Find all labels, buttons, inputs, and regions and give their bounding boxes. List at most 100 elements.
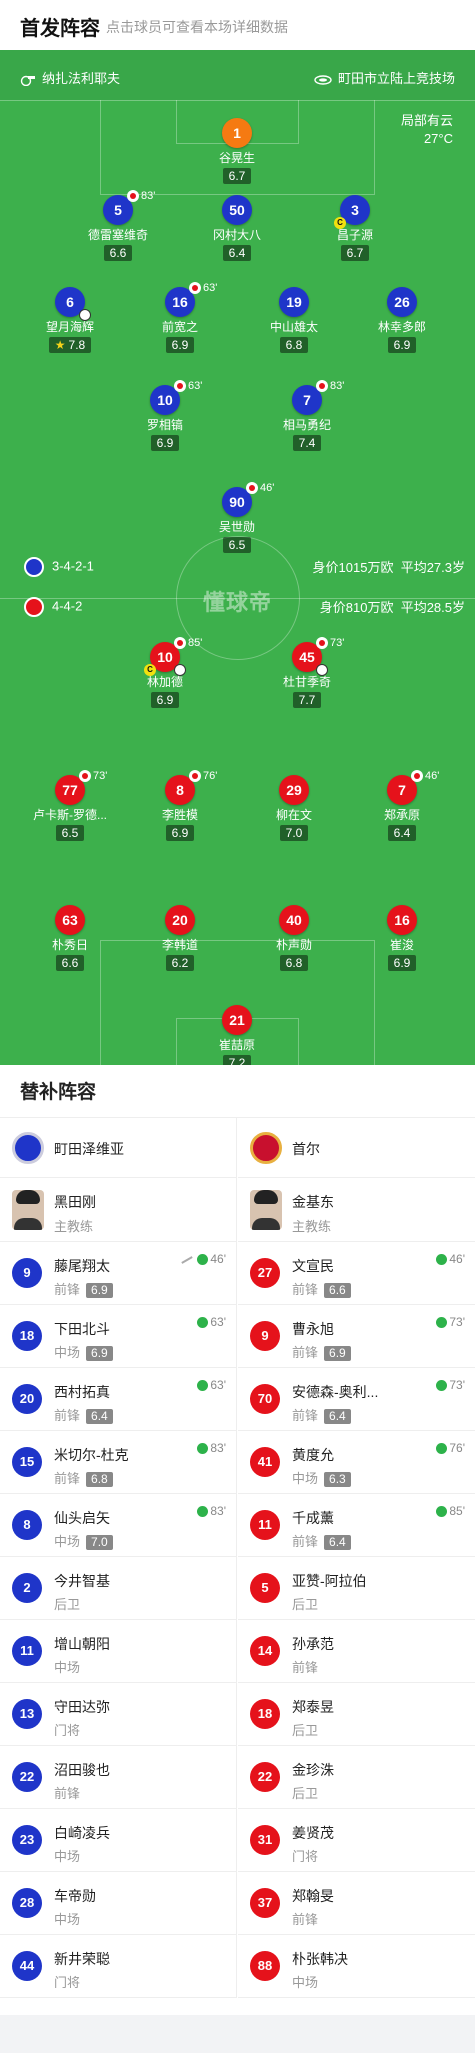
player-number-badge: 16	[387, 905, 417, 935]
home-player-6[interactable]: 6 望月海辉 ★ 7.8	[15, 287, 125, 354]
home-player-50[interactable]: 50 冈村大八 6.4	[182, 195, 292, 262]
home-sub-row[interactable]: 2 今井智基 后卫	[0, 1557, 236, 1620]
home-subs-column: 町田泽维亚 黑田刚 主教练 9 藤尾翔太 前锋 6.9 46' 18 下田北斗 中场 6.9 63…	[0, 1118, 237, 1998]
sub-in-icon	[197, 1443, 209, 1455]
sub-role: 前锋	[292, 1345, 319, 1360]
lineup-title: 首发阵容	[20, 18, 100, 40]
away-player-20[interactable]: 20 李韩道 6.2	[125, 905, 235, 972]
away-player-7[interactable]: 7 46' 郑承原 6.4	[347, 770, 457, 842]
rating-value: 6.4	[228, 246, 246, 260]
sub-position: 后卫	[292, 1720, 318, 1739]
sub-number-badge: 37	[250, 1888, 280, 1918]
home-sub-row[interactable]: 13 守田达弥 门将	[0, 1683, 236, 1746]
player-number-badge: 1	[222, 118, 252, 148]
home-player-1[interactable]: 1 谷晃生 6.7	[182, 118, 292, 185]
player-number-badge: 8 76'	[165, 770, 217, 805]
away-coach-role: 主教练	[292, 1219, 332, 1234]
home-player-7[interactable]: 7 83' 相马勇纪 7.4	[252, 380, 362, 452]
player-number: 1	[233, 125, 241, 141]
home-player-90[interactable]: 90 46' 吴世勋 6.5	[182, 482, 292, 554]
away-sub-row[interactable]: 9 曹永旭 前锋 6.9 73'	[238, 1305, 475, 1368]
away-player-8[interactable]: 8 76' 李胜模 6.9	[125, 770, 235, 842]
home-player-3[interactable]: 3 C 昌子源 6.7	[300, 195, 410, 262]
sub-name: 郑泰昱	[292, 1699, 334, 1715]
sub-name: 车帝勋	[54, 1888, 96, 1904]
home-player-10[interactable]: 10 63' 罗相镐 6.9	[110, 380, 220, 452]
sub-in-icon	[197, 1380, 209, 1392]
sub-in-icon	[436, 1443, 448, 1455]
home-sub-row[interactable]: 9 藤尾翔太 前锋 6.9 46'	[0, 1242, 236, 1305]
away-player-40[interactable]: 40 朴声勋 6.8	[239, 905, 349, 972]
player-name: 崔喆原	[218, 1038, 255, 1052]
captain-icon: C	[144, 664, 156, 676]
home-player-26[interactable]: 26 林幸多郎 6.9	[347, 287, 457, 354]
sub-name: 孙承范	[292, 1636, 334, 1652]
sub-in-minute: 85'	[436, 1504, 465, 1518]
sub-name: 下田北斗	[54, 1321, 110, 1337]
home-sub-row[interactable]: 8 仙头启矢 中场 7.0 83'	[0, 1494, 236, 1557]
sub-in-icon	[197, 1317, 209, 1329]
away-player-21[interactable]: 21 崔喆原 7.2	[182, 1005, 292, 1065]
away-sub-row[interactable]: 11 千成薰 前锋 6.4 85'	[238, 1494, 475, 1557]
away-player-16[interactable]: 16 崔浚 6.9	[347, 905, 457, 972]
sub-role: 门将	[54, 1723, 81, 1738]
sub-position: 前锋 6.4	[292, 1531, 351, 1550]
home-sub-row[interactable]: 15 米切尔-杜克 前锋 6.8 83'	[0, 1431, 236, 1494]
away-sub-row[interactable]: 88 朴张韩决 中场	[238, 1935, 475, 1998]
away-sub-row[interactable]: 18 郑泰昱 后卫	[238, 1683, 475, 1746]
away-sub-row[interactable]: 22 金珍洙 后卫	[238, 1746, 475, 1809]
away-sub-row[interactable]: 41 黄度允 中场 6.3 76'	[238, 1431, 475, 1494]
goal-ball-icon	[79, 309, 91, 321]
away-player-77[interactable]: 77 73' 卢卡斯-罗德... 6.5	[15, 770, 125, 842]
away-player-29[interactable]: 29 柳在文 7.0	[239, 775, 349, 842]
away-player-10[interactable]: 10 85' C 林加德 6.9	[110, 637, 220, 709]
home-player-16[interactable]: 16 63' 前宽之 6.9	[125, 282, 235, 354]
sub-rating: 6.9	[86, 1283, 113, 1298]
away-sub-row[interactable]: 14 孙承范 前锋	[238, 1620, 475, 1683]
away-player-63[interactable]: 63 朴秀日 6.6	[15, 905, 125, 972]
away-team-row[interactable]: 首尔	[238, 1118, 475, 1178]
away-coach-row[interactable]: 金基东 主教练	[238, 1178, 475, 1242]
player-number-badge: 29	[279, 775, 309, 805]
player-number: 3	[351, 202, 359, 218]
home-team-row[interactable]: 町田泽维亚	[0, 1118, 236, 1178]
venue-bar: 纳扎法利耶夫 町田市立陆上竞技场	[0, 50, 475, 100]
home-player-5[interactable]: 5 83' 德雷塞维奇 6.6	[63, 190, 173, 262]
home-sub-row[interactable]: 20 西村拓真 前锋 6.4 63'	[0, 1368, 236, 1431]
sub-in-time: 83'	[210, 1504, 226, 1518]
away-player-45[interactable]: 45 73' 杜甘季奇 7.7	[252, 637, 362, 709]
player-rating: 7.2	[222, 1055, 252, 1065]
away-sub-row[interactable]: 37 郑翰旻 前锋	[238, 1872, 475, 1935]
home-sub-row[interactable]: 22 沼田骏也 前锋	[0, 1746, 236, 1809]
sub-number-badge: 15	[12, 1447, 42, 1477]
sub-in-minute: 83'	[197, 1441, 226, 1455]
sub-in-icon	[436, 1380, 448, 1392]
player-number-badge: 50	[222, 195, 252, 225]
home-sub-row[interactable]: 23 白崎凌兵 中场	[0, 1809, 236, 1872]
pitch: 纳扎法利耶夫 町田市立陆上竞技场 懂球帝 局部有云 27°C 3-4-2-1 身…	[0, 50, 475, 1065]
lineup-subtitle: 点击球员可查看本场详细数据	[106, 19, 288, 35]
player-rating: 6.8	[279, 955, 309, 971]
sub-number-badge: 13	[12, 1699, 42, 1729]
sub-minute: 73'	[330, 637, 345, 649]
player-rating: 6.6	[55, 955, 85, 971]
home-team-name: 町田泽维亚	[54, 1141, 124, 1157]
home-sub-row[interactable]: 28 车帝勋 中场	[0, 1872, 236, 1935]
home-player-19[interactable]: 19 中山雄太 6.8	[239, 287, 349, 354]
home-age: 平均27.3岁	[400, 560, 465, 575]
away-sub-row[interactable]: 27 文宣民 前锋 6.6 46'	[238, 1242, 475, 1305]
away-team-summary: 4-4-2 身价810万欧 平均28.5岁	[0, 595, 475, 617]
away-sub-row[interactable]: 5 亚赞-阿拉伯 后卫	[238, 1557, 475, 1620]
away-sub-row[interactable]: 31 姜贤茂 门将	[238, 1809, 475, 1872]
sub-number-badge: 8	[12, 1510, 42, 1540]
home-coach-row[interactable]: 黑田刚 主教练	[0, 1178, 236, 1242]
sub-in-time: 83'	[210, 1441, 226, 1455]
player-name: 崔浚	[389, 938, 414, 952]
sub-position: 中场	[54, 1657, 80, 1676]
sub-role: 门将	[292, 1849, 319, 1864]
sub-rating: 6.4	[86, 1409, 113, 1424]
away-sub-row[interactable]: 70 安德森-奥利... 前锋 6.4 73'	[238, 1368, 475, 1431]
home-sub-row[interactable]: 44 新井荣聪 门将	[0, 1935, 236, 1998]
home-sub-row[interactable]: 11 增山朝阳 中场	[0, 1620, 236, 1683]
home-sub-row[interactable]: 18 下田北斗 中场 6.9 63'	[0, 1305, 236, 1368]
